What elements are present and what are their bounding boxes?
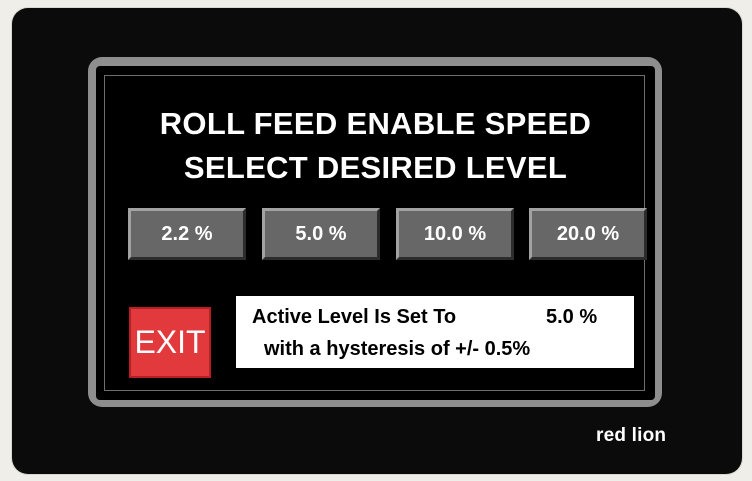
- active-level-label: Active Level Is Set To: [252, 306, 457, 328]
- level-button-10-0[interactable]: 10.0 %: [396, 208, 514, 260]
- hysteresis-text: with a hysteresis of +/- 0.5%: [264, 338, 531, 360]
- active-level-value: 5.0 %: [546, 306, 598, 328]
- level-button-5-0[interactable]: 5.0 %: [262, 208, 380, 260]
- level-button-20-0[interactable]: 20.0 %: [529, 208, 647, 260]
- panel-title-line2: SELECT DESIRED LEVEL: [183, 150, 568, 185]
- exit-button[interactable]: EXIT: [129, 307, 211, 378]
- red-lion-logo: red lion: [596, 425, 666, 447]
- level-button-2-2[interactable]: 2.2 %: [128, 208, 246, 260]
- logo-text: red lion: [596, 425, 667, 446]
- panel-title-line1: ROLL FEED ENABLE SPEED: [159, 106, 592, 141]
